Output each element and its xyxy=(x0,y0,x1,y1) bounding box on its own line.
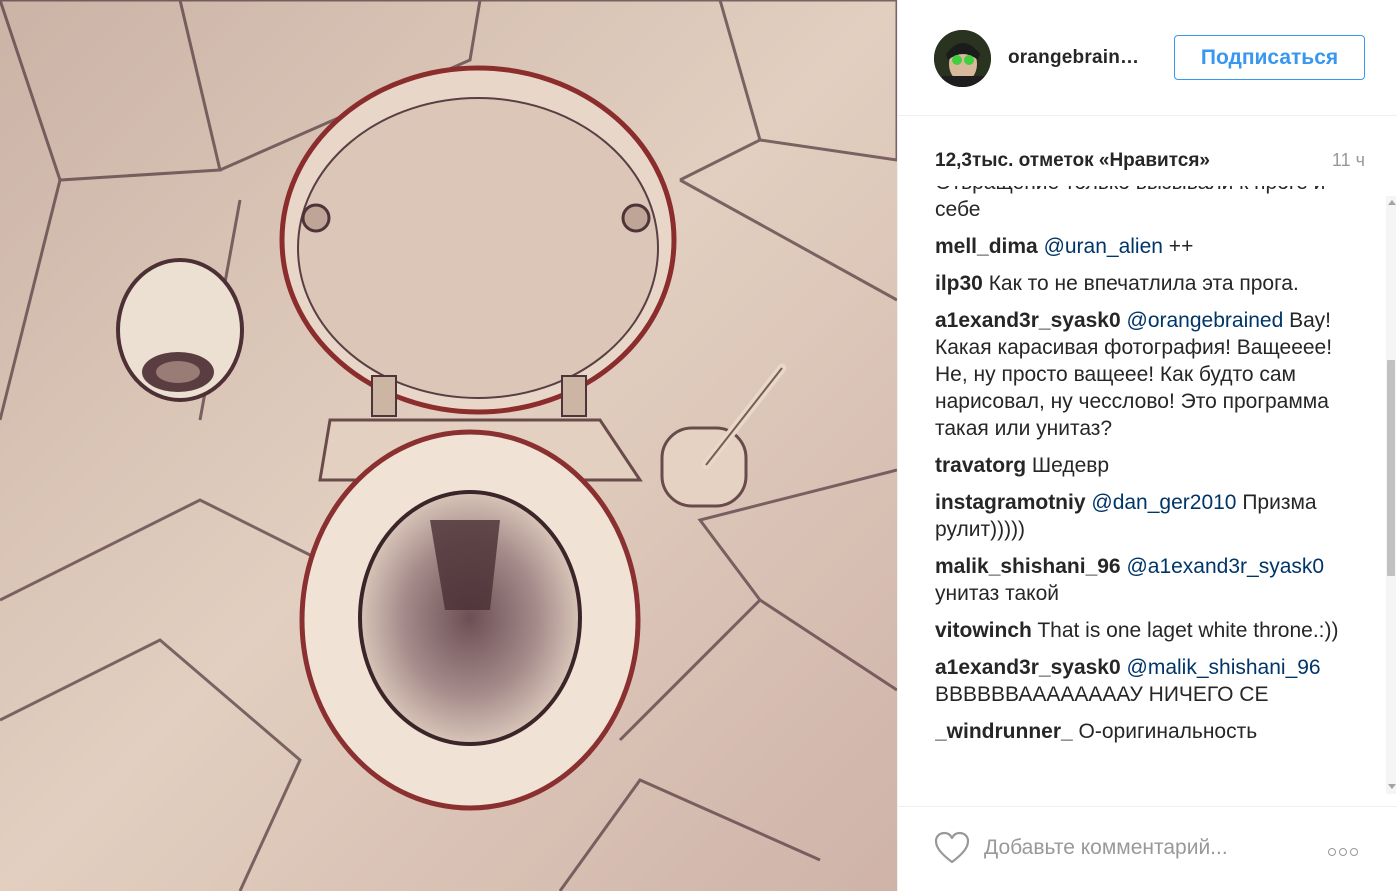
comment-username[interactable]: instagramotniy xyxy=(935,491,1086,514)
comment-text: О-оригинальность xyxy=(1078,720,1258,743)
comments-list[interactable]: Отвращение только вызывали к проге и себ… xyxy=(935,186,1367,796)
comment-text: Шедевр xyxy=(1031,454,1110,477)
comment-item: mell_dima @uran_alien ++ xyxy=(935,233,1367,260)
avatar-image xyxy=(934,30,991,87)
post-sidebar: orangebrain… Подписаться 12,3тыс. отмето… xyxy=(897,0,1397,891)
comment-username[interactable]: travatorg xyxy=(935,454,1026,477)
comment-username[interactable]: mell_dima xyxy=(935,235,1038,258)
comment-text: ВВВВВВААААААААУ НИЧЕГО СЕ xyxy=(935,683,1269,706)
comment-mention[interactable]: @a1exand3r_syask0 xyxy=(1126,555,1324,578)
comment-item: malik_shishani_96 @a1exand3r_syask0 унит… xyxy=(935,553,1367,607)
scrollbar-thumb[interactable] xyxy=(1387,360,1395,576)
scroll-down-arrow-icon[interactable] xyxy=(1388,784,1396,789)
comment-username[interactable]: vitowinch xyxy=(935,619,1032,642)
comment-username[interactable]: _windrunner_ xyxy=(935,720,1073,743)
comment-text: Отвращение только вызывали к проге и себ… xyxy=(935,186,1325,221)
comment-mention[interactable]: @orangebrained xyxy=(1127,309,1284,332)
comment-username[interactable]: a1exand3r_syask0 xyxy=(935,656,1121,679)
comment-input[interactable] xyxy=(984,831,1284,865)
likes-count[interactable]: 12,3тыс. отметок «Нравится» xyxy=(935,150,1210,172)
comment-mention[interactable]: @uran_alien xyxy=(1044,235,1163,258)
comment-text: ++ xyxy=(1162,235,1194,258)
comment-item: Отвращение только вызывали к проге и себ… xyxy=(935,186,1367,223)
comment-text: That is one laget white throne.:)) xyxy=(1037,619,1339,642)
comment-item: _windrunner_ О-оригинальность xyxy=(935,718,1367,745)
comment-item: a1exand3r_syask0 @orangebrained Вау! Как… xyxy=(935,307,1367,442)
comment-bar xyxy=(898,806,1397,891)
post-header: orangebrain… Подписаться xyxy=(898,0,1397,116)
more-options-icon[interactable] xyxy=(1328,843,1364,856)
comment-item: a1exand3r_syask0 @malik_shishani_96 ВВВВ… xyxy=(935,654,1367,708)
comment-item: instagramotniy @dan_ger2010 Призма рулит… xyxy=(935,489,1367,543)
comment-username[interactable]: ilp30 xyxy=(935,272,983,295)
comment-username[interactable]: a1exand3r_syask0 xyxy=(935,309,1121,332)
post-photo[interactable] xyxy=(0,0,897,891)
comment-mention[interactable]: @malik_shishani_96 xyxy=(1127,656,1321,679)
post-timestamp[interactable]: 11 ч xyxy=(1332,150,1365,171)
comment-item: vitowinch That is one laget white throne… xyxy=(935,617,1367,644)
comment-mention[interactable]: @dan_ger2010 xyxy=(1091,491,1236,514)
comment-item: travatorg Шедевр xyxy=(935,452,1367,479)
comment-item: ilp30 Как то не впечатлила эта прога. xyxy=(935,270,1367,297)
comment-username[interactable]: malik_shishani_96 xyxy=(935,555,1121,578)
comment-text: унитаз такой xyxy=(935,582,1060,605)
avatar[interactable] xyxy=(934,30,991,87)
likes-row: 12,3тыс. отметок «Нравится» 11 ч xyxy=(935,150,1365,174)
scroll-up-arrow-icon[interactable] xyxy=(1388,200,1396,205)
follow-button[interactable]: Подписаться xyxy=(1174,35,1365,80)
comment-text: Как то не впечатлила эта прога. xyxy=(988,272,1299,295)
author-username[interactable]: orangebrain… xyxy=(1008,47,1139,69)
heart-icon[interactable] xyxy=(934,831,970,865)
